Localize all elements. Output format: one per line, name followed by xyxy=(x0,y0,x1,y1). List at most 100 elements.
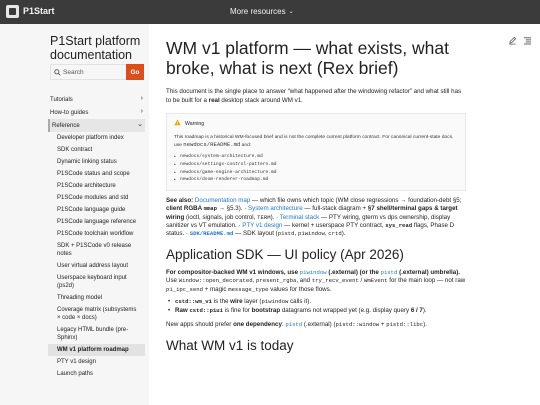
system-architecture-link[interactable]: System architecture xyxy=(248,205,303,212)
inline-code: p1std xyxy=(277,230,295,238)
p1std-link[interactable]: p1std xyxy=(285,321,302,328)
edit-icon[interactable] xyxy=(508,36,517,45)
section-heading-sdk: Application SDK — UI policy (Apr 2026) xyxy=(166,246,404,262)
text: ). xyxy=(341,230,346,238)
main-content: WM v1 platform — what exists, what broke… xyxy=(149,24,540,405)
sidebar-item-reference-1[interactable]: SDK contract xyxy=(48,144,145,156)
pty-design-link[interactable]: PTY v1 design xyxy=(242,222,282,229)
chevron-right-icon[interactable]: › xyxy=(141,108,143,116)
intro-paragraph: This document is the single place to ans… xyxy=(166,88,466,105)
intro-text: desktop stack around WM v1. xyxy=(219,96,303,104)
see-also-paragraph: See also: Documentation map — which file… xyxy=(166,197,466,239)
sidebar-item-reference-3[interactable]: P1SCode status and scope xyxy=(48,168,145,180)
sdk-paragraph: For compositor-backed WM v1 windows, use… xyxy=(166,269,466,294)
sidebar-item-reference-16[interactable]: PTY v1 design xyxy=(48,356,145,368)
text: values for those flows. xyxy=(268,285,332,293)
sidebar-item-reference-9[interactable]: SDK + P1SCode v0 release notes xyxy=(48,240,145,260)
inline-code: sys_read xyxy=(385,222,413,229)
sidebar-item-reference-14[interactable]: Legacy HTML bundle (pre-Sphinx) xyxy=(48,324,145,344)
text: → §5.3). · xyxy=(217,205,248,213)
sidebar-item-reference-7[interactable]: P1SCode language reference xyxy=(48,216,145,228)
chevron-down-icon[interactable]: ⌄ xyxy=(137,121,143,129)
bold-text: (.external) (or the xyxy=(326,268,381,276)
new-apps-paragraph: New apps should prefer one dependency: p… xyxy=(166,321,466,329)
text: for the main loop — not raw xyxy=(387,277,466,285)
sidebar-item-reference-10[interactable]: User virtual address layout xyxy=(48,260,145,272)
see-also-label: See also: xyxy=(166,196,195,204)
list-item: newdocs/game-engine-architecture.md xyxy=(174,169,458,177)
documentation-map-link[interactable]: Documentation map xyxy=(195,197,250,204)
list-item: newdocs/settings-control-pattern.md xyxy=(174,161,458,169)
bold-text: one dependency xyxy=(233,321,282,329)
sidebar-nav: Tutorials › How-to guides › Reference ⌄ … xyxy=(48,93,145,380)
list-item: Raw cstd::p1ui is fine for bootstrap dat… xyxy=(166,307,466,316)
reference-sublist: Developer platform index SDK contract Dyna… xyxy=(48,132,145,380)
go-button[interactable]: Go xyxy=(126,64,144,80)
text: , and xyxy=(296,277,312,285)
article: WM v1 platform — what exists, what broke… xyxy=(166,38,466,354)
nav-item-tutorials[interactable]: Tutorials › xyxy=(48,93,145,106)
text: — SDK layout ( xyxy=(233,230,278,238)
chevron-down-icon: ⌄ xyxy=(288,9,294,15)
list-item: cstd::wm_v1 is the wire layer (p1window … xyxy=(166,298,466,307)
text: calls it). xyxy=(288,298,312,306)
warning-file-list: newdocs/system-architecture.md newdocs/s… xyxy=(174,153,458,183)
sidebar-item-reference-8[interactable]: P1SCode toolchain workflow xyxy=(48,228,145,240)
warning-text: This roadmap is a historical WM-focused … xyxy=(174,134,458,149)
table-of-contents-icon[interactable] xyxy=(523,36,532,45)
inline-code: WmEvent xyxy=(364,277,388,285)
text: — full-stack diagram + xyxy=(302,205,368,213)
bold-text: 6 / 7 xyxy=(410,306,423,314)
sidebar-item-reference-12[interactable]: Threading model xyxy=(48,292,145,304)
search-box: Go xyxy=(50,64,144,80)
nav-item-how-to-guides[interactable]: How-to guides › xyxy=(48,106,145,119)
brand[interactable]: P1Start xyxy=(6,5,55,18)
top-bar: P1Start More resources ⌄ xyxy=(0,0,540,24)
text: ). xyxy=(423,321,427,329)
bold-text: client RGBA xyxy=(166,205,204,213)
warning-text-part: and: xyxy=(240,143,252,149)
bold-text: (.external) umbrella). xyxy=(397,268,460,276)
warning-icon xyxy=(174,119,181,129)
text: Use xyxy=(166,277,179,285)
section-heading-today: What WM v1 is today xyxy=(166,337,294,353)
terminal-stack-link[interactable]: Terminal stack xyxy=(280,214,320,221)
text: ). xyxy=(422,306,427,314)
bold-text: For compositor-backed WM v1 windows, use xyxy=(166,268,300,276)
text: ). · xyxy=(270,213,280,221)
sdk-readme-link[interactable]: SDK/README.md xyxy=(190,230,234,237)
sidebar-item-reference-15[interactable]: WM v1 platform roadmap xyxy=(48,344,145,356)
p1window-link[interactable]: p1window xyxy=(300,269,327,276)
text: datagrams not wrapped yet (e.g. display … xyxy=(280,306,411,314)
text: (.external) ( xyxy=(302,321,336,329)
chevron-right-icon[interactable]: › xyxy=(141,95,143,103)
sidebar-item-reference-11[interactable]: Userspace keyboard input (ps2d) xyxy=(48,272,145,292)
text: is the xyxy=(211,298,231,306)
text: New apps should prefer xyxy=(166,321,234,329)
search-input[interactable] xyxy=(63,65,125,79)
nav-item-reference[interactable]: Reference ⌄ xyxy=(48,119,145,132)
nav-item-label: Tutorials xyxy=(50,96,73,103)
sidebar-item-reference-6[interactable]: P1SCode language guide xyxy=(48,204,145,216)
text: — which file owns which topic (WM close … xyxy=(250,196,462,204)
more-resources-menu[interactable]: More resources ⌄ xyxy=(230,6,294,18)
page-title: WM v1 platform — what exists, what broke… xyxy=(166,38,449,78)
text: is fine for xyxy=(223,306,252,314)
more-resources-label: More resources xyxy=(230,7,286,16)
inline-code: Window::open_decorated xyxy=(178,277,253,285)
inline-code: cstd::p1ui xyxy=(189,306,224,314)
sidebar-item-reference-2[interactable]: Dynamic linking status xyxy=(48,156,145,168)
site-title[interactable]: P1Start platform documentation xyxy=(50,34,146,62)
sidebar-item-reference-4[interactable]: P1SCode architecture xyxy=(48,180,145,192)
inline-code: p1std::libc xyxy=(386,321,424,329)
sidebar-item-reference-13[interactable]: Coverage matrix (subsystems × code × doc… xyxy=(48,304,145,324)
sidebar-item-reference-5[interactable]: P1SCode modules and std xyxy=(48,192,145,204)
bold-text: wire xyxy=(230,298,243,306)
p1std-link[interactable]: p1std xyxy=(381,269,398,276)
list-item: newdocs/doom-renderer-roadmap.md xyxy=(174,176,458,184)
brand-name: P1Start xyxy=(23,6,55,16)
inline-code: present_rgba xyxy=(256,277,297,285)
nav-item-label: Reference xyxy=(52,122,80,129)
sidebar-item-reference-17[interactable]: Launch paths xyxy=(48,368,145,380)
sidebar-item-reference-0[interactable]: Developer platform index xyxy=(48,132,145,144)
